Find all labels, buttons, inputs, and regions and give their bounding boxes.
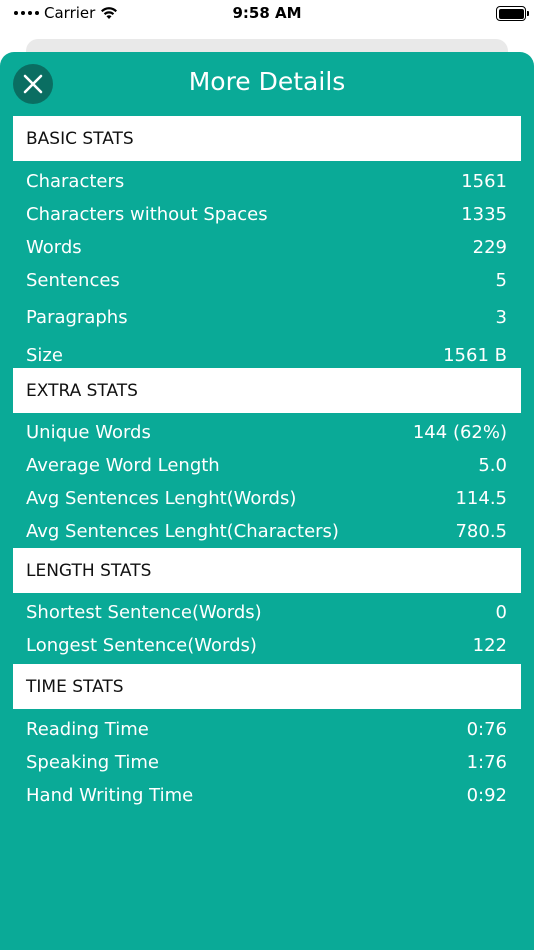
stat-value: 5.0 (478, 454, 507, 476)
section-header-extra-stats: EXTRA STATS (13, 368, 521, 413)
stat-value: 1:76 (466, 751, 507, 773)
status-time: 9:58 AM (232, 4, 302, 22)
stat-label: Paragraphs (26, 306, 128, 328)
stat-value: 1561 (461, 170, 507, 192)
stat-row-hand-writing-time: Hand Writing Time 0:92 (26, 781, 507, 809)
stat-value: 0:92 (466, 784, 507, 806)
status-bar: Carrier 9:58 AM (0, 0, 534, 30)
section-header-length-stats: LENGTH STATS (13, 548, 521, 593)
stat-row-words: Words 229 (26, 233, 507, 261)
stat-row-sentences: Sentences 5 (26, 266, 507, 294)
stat-value: 780.5 (455, 520, 507, 542)
stat-value: 3 (495, 306, 507, 328)
stat-row-characters: Characters 1561 (26, 167, 507, 195)
stat-value: 229 (472, 236, 507, 258)
stat-value: 122 (472, 634, 507, 656)
stat-row-speaking-time: Speaking Time 1:76 (26, 748, 507, 776)
stat-row-unique-words: Unique Words 144 (62%) (26, 418, 507, 446)
stat-label: Shortest Sentence(Words) (26, 601, 262, 623)
stat-value: 114.5 (455, 487, 507, 509)
stat-row-size: Size 1561 B (26, 341, 507, 369)
battery-icon (496, 6, 529, 21)
sheet-title: More Details (188, 67, 346, 96)
stat-label: Hand Writing Time (26, 784, 194, 806)
stat-row-shortest-sentence: Shortest Sentence(Words) 0 (26, 598, 507, 626)
stat-row-characters-without-spaces: Characters without Spaces 1335 (26, 200, 507, 228)
stat-label: Characters without Spaces (26, 203, 268, 225)
stat-row-reading-time: Reading Time 0:76 (26, 715, 507, 743)
stat-row-avg-sentence-length-characters: Avg Sentences Lenght(Characters) 780.5 (26, 517, 507, 545)
stat-row-avg-sentence-length-words: Avg Sentences Lenght(Words) 114.5 (26, 484, 507, 512)
stat-row-paragraphs: Paragraphs 3 (26, 303, 507, 331)
stat-label: Sentences (26, 269, 120, 291)
stat-label: Avg Sentences Lenght(Characters) (26, 520, 339, 542)
stat-label: Speaking Time (26, 751, 159, 773)
stat-label: Avg Sentences Lenght(Words) (26, 487, 297, 509)
stat-row-longest-sentence: Longest Sentence(Words) 122 (26, 631, 507, 659)
stat-label: Words (26, 236, 82, 258)
stat-label: Size (26, 344, 63, 366)
stat-label: Reading Time (26, 718, 149, 740)
section-header-time-stats: TIME STATS (13, 664, 521, 709)
stat-label: Characters (26, 170, 125, 192)
stat-label: Longest Sentence(Words) (26, 634, 257, 656)
stat-value: 5 (495, 269, 507, 291)
stat-label: Unique Words (26, 421, 151, 443)
stat-value: 0:76 (466, 718, 507, 740)
stat-value: 144 (62%) (412, 421, 507, 443)
stat-value: 1561 B (443, 344, 507, 366)
stat-label: Average Word Length (26, 454, 220, 476)
stat-value: 1335 (461, 203, 507, 225)
stat-row-average-word-length: Average Word Length 5.0 (26, 451, 507, 479)
stat-value: 0 (495, 601, 507, 623)
section-header-basic-stats: BASIC STATS (13, 116, 521, 161)
